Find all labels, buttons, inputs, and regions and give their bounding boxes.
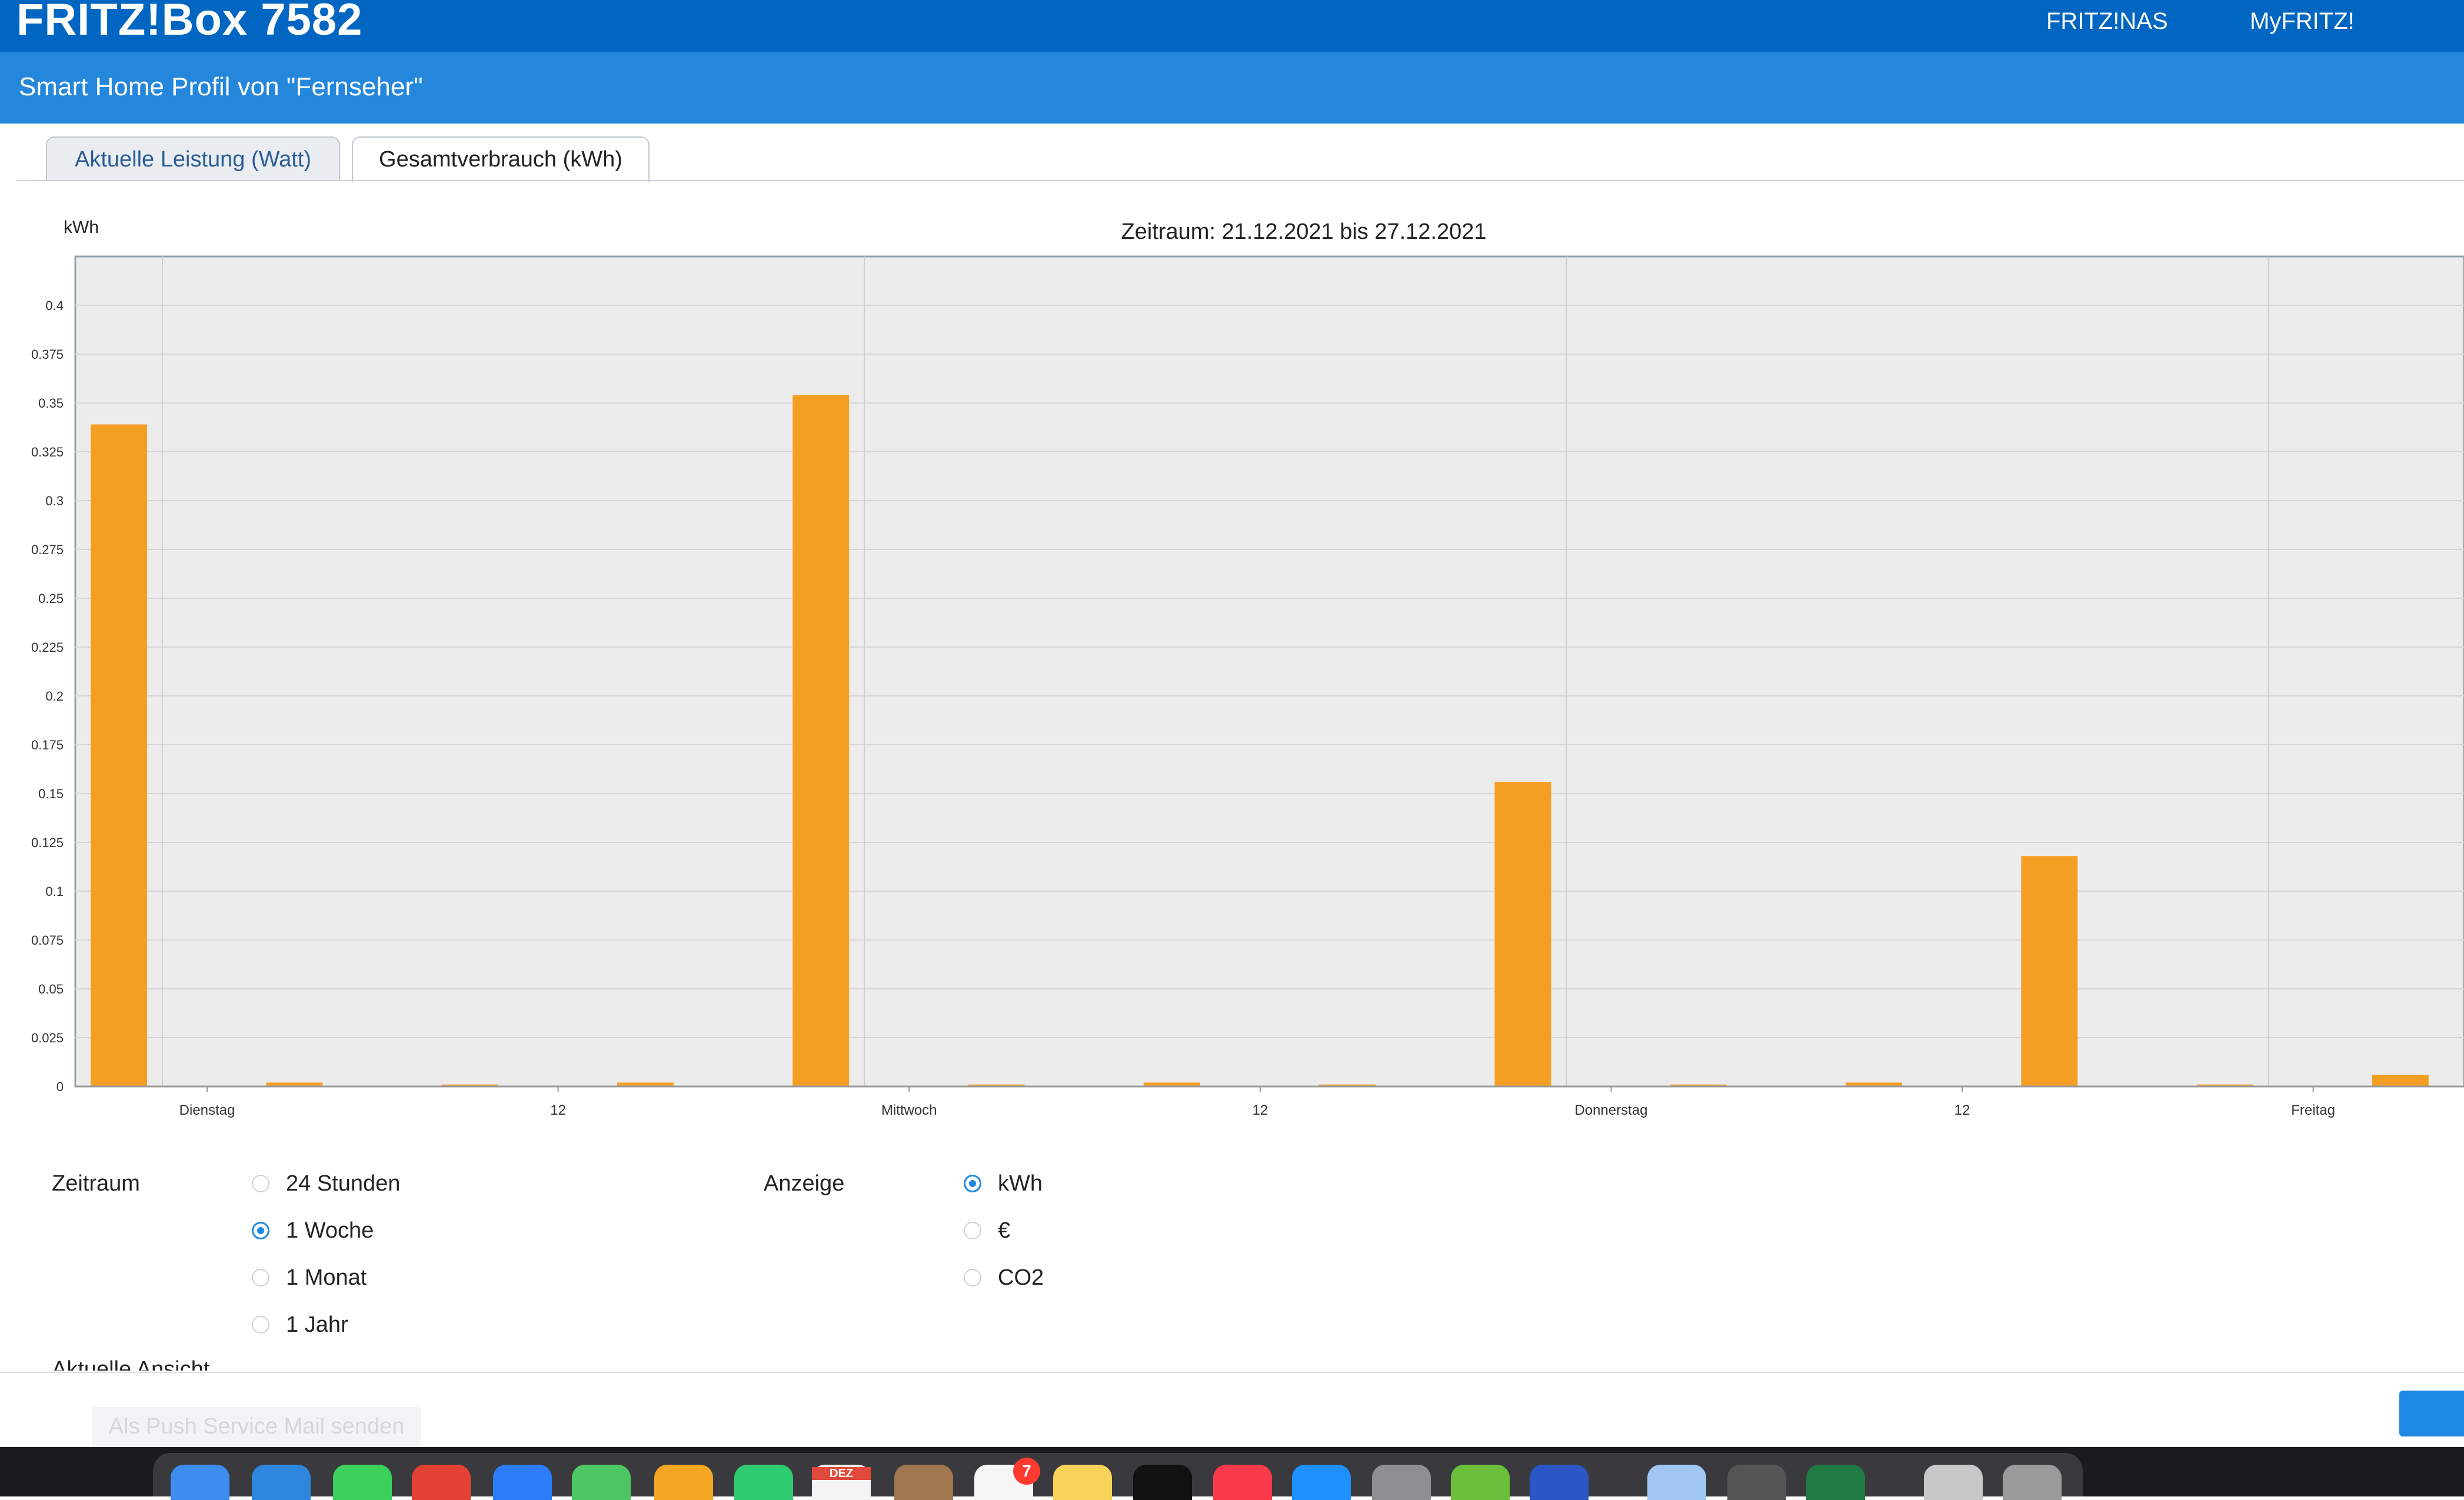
radio-label: 1 Jahr: [286, 1312, 348, 1337]
x-tick-label: 12: [1954, 1102, 1970, 1118]
y-tick-label: 0.2: [45, 689, 64, 704]
trash-icon[interactable]: [2003, 1465, 2062, 1500]
y-tick-label: 0.075: [31, 933, 64, 948]
radio-indicator[interactable]: [252, 1316, 269, 1334]
aktuelle-ansicht-label: Aktuelle Ansicht: [52, 1357, 210, 1371]
app-icon-triangle[interactable]: [1530, 1465, 1589, 1500]
radio-label: €: [998, 1218, 1011, 1243]
radio-1-woche[interactable]: 1 Woche: [252, 1216, 374, 1245]
y-axis-unit-label: kWh: [64, 218, 99, 237]
radio-24-stunden[interactable]: 24 Stunden: [252, 1169, 400, 1198]
calendar-month: DEZ: [812, 1467, 871, 1480]
x-tick-label: 12: [550, 1102, 566, 1118]
page-title: Smart Home Profil von "Fernseher": [19, 72, 423, 101]
y-tick-label: 0.275: [31, 542, 64, 557]
y-tick-label: 0.15: [38, 786, 64, 801]
nav-myfritz[interactable]: MyFRITZ!: [2250, 7, 2355, 35]
bar: [1494, 782, 1551, 1086]
y-tick-label: 0.325: [31, 445, 64, 459]
radio-euro[interactable]: €: [964, 1216, 1010, 1245]
y-tick-label: 0.175: [31, 738, 64, 752]
notes-icon[interactable]: [1053, 1465, 1112, 1500]
radio-indicator[interactable]: [964, 1175, 981, 1192]
wood-app-icon[interactable]: [894, 1465, 953, 1500]
x-tick-label: 12: [1252, 1102, 1268, 1118]
excel-icon[interactable]: [1806, 1465, 1865, 1500]
top-bar: FRITZ!Box 7582 FRITZ!NAS MyFRITZ!: [0, 0, 2464, 52]
chart-title: Zeitraum: 21.12.2021 bis 27.12.2021: [1121, 219, 1486, 244]
messages-icon[interactable]: [333, 1465, 392, 1500]
system-preferences-icon[interactable]: [1372, 1465, 1431, 1500]
files-icon[interactable]: [1924, 1465, 1983, 1500]
radio-label: 24 Stunden: [286, 1171, 401, 1196]
photos-icon[interactable]: [654, 1465, 713, 1500]
bar: [2372, 1075, 2429, 1086]
finder-icon[interactable]: [171, 1465, 229, 1500]
radio-indicator[interactable]: [964, 1269, 981, 1286]
chrome-icon[interactable]: [412, 1465, 471, 1500]
nav-fritz-nas[interactable]: FRITZ!NAS: [2046, 7, 2168, 35]
tabs-divider: [16, 180, 2464, 181]
radio-indicator[interactable]: [252, 1222, 269, 1239]
maps-icon[interactable]: [572, 1465, 631, 1500]
bar: [793, 395, 850, 1086]
radio-label: 1 Monat: [286, 1265, 367, 1290]
brand-title: FRITZ!Box 7582: [16, 0, 363, 45]
x-tick-label: Mittwoch: [881, 1102, 937, 1118]
y-tick-label: 0.125: [31, 835, 64, 850]
radio-label: 1 Woche: [286, 1218, 374, 1243]
radio-1-monat[interactable]: 1 Monat: [252, 1264, 367, 1292]
y-tick-label: 0.05: [38, 982, 64, 996]
appletv-icon[interactable]: [1133, 1465, 1192, 1500]
push-service-button[interactable]: Als Push Service Mail senden: [92, 1407, 421, 1446]
y-tick-label: 0.225: [31, 640, 64, 655]
calculator-icon[interactable]: [1727, 1465, 1786, 1500]
safari-icon[interactable]: [252, 1465, 311, 1500]
primary-action-button[interactable]: [2399, 1391, 2464, 1436]
y-tick-label: 0: [56, 1079, 64, 1094]
x-tick-label: Dienstag: [179, 1102, 235, 1118]
radio-indicator[interactable]: [252, 1175, 269, 1192]
sub-header: Smart Home Profil von "Fernseher": [0, 52, 2464, 124]
reminders-badge: 7: [1013, 1458, 1040, 1485]
chart-svg: 0 0.025 0.05 0.075 0.1 0.125 0.15 0.175 0.2 0.225…: [31, 218, 2464, 1118]
radio-indicator[interactable]: [252, 1269, 269, 1286]
radio-label: CO2: [998, 1265, 1044, 1290]
bar: [91, 424, 147, 1086]
y-tick-label: 0.025: [31, 1031, 64, 1045]
y-tick-label: 0.4: [45, 298, 64, 313]
radio-indicator[interactable]: [964, 1222, 981, 1239]
tab-gesamtverbrauch[interactable]: Gesamtverbrauch (kWh): [352, 136, 650, 182]
x-tick-label: Donnerstag: [1574, 1102, 1647, 1118]
app-icon-green[interactable]: [1451, 1465, 1510, 1500]
y-tick-label: 0.1: [45, 884, 64, 899]
x-tick-label: Freitag: [2291, 1102, 2335, 1118]
footer-divider: [0, 1372, 2464, 1373]
music-icon[interactable]: [1213, 1465, 1272, 1500]
plot-area: [74, 255, 2464, 1088]
y-tick-label: 0.3: [45, 494, 64, 508]
bar: [2021, 856, 2078, 1086]
appstore-icon[interactable]: [1292, 1465, 1351, 1500]
radio-co2[interactable]: CO2: [964, 1264, 1044, 1292]
consumption-chart: 0 0.025 0.05 0.075 0.1 0.125 0.15 0.175 0.2 0.225…: [0, 200, 2464, 1118]
facetime-icon[interactable]: [734, 1465, 793, 1500]
y-tick-label: 0.375: [31, 347, 64, 362]
radio-kwh[interactable]: kWh: [964, 1169, 1043, 1198]
y-tick-label: 0.25: [38, 591, 64, 606]
zeitraum-label: Zeitraum: [52, 1171, 140, 1196]
radio-label: kWh: [998, 1171, 1043, 1196]
tab-aktuelle-leistung[interactable]: Aktuelle Leistung (Watt): [46, 136, 340, 180]
mail-icon[interactable]: [493, 1465, 552, 1500]
preview-icon[interactable]: [1647, 1465, 1706, 1500]
anzeige-label: Anzeige: [764, 1171, 845, 1196]
radio-1-jahr[interactable]: 1 Jahr: [252, 1311, 348, 1339]
y-tick-label: 0.35: [38, 396, 64, 411]
